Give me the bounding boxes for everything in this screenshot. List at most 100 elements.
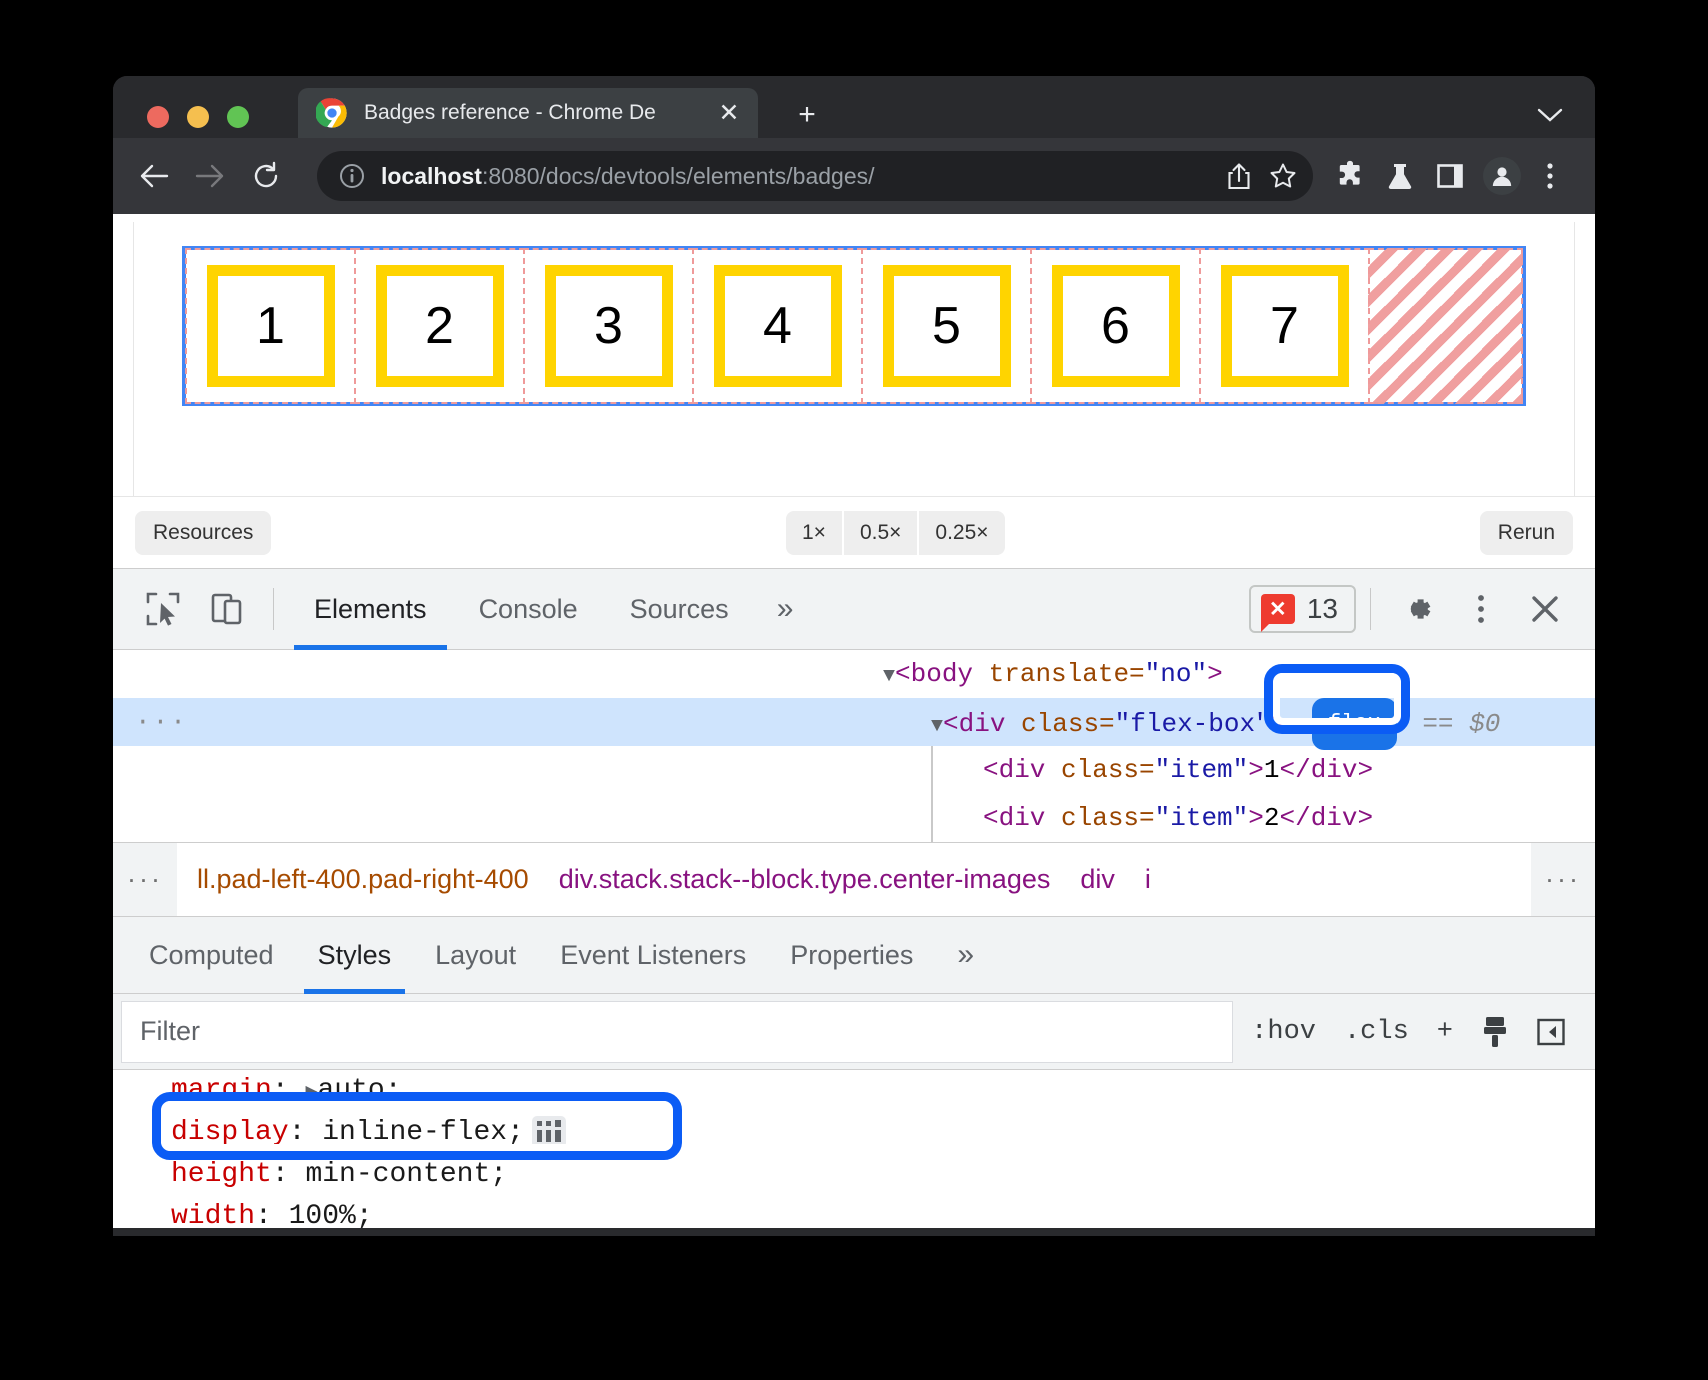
tab-console[interactable]: Console [453,568,604,650]
css-declaration-margin[interactable]: margin: ▶auto; [171,1070,1595,1112]
attr-value: "no" [1145,659,1207,689]
hov-button[interactable]: :hov [1239,1004,1328,1060]
dom-row-body[interactable]: ▼<body translate="no"> [113,650,1595,698]
tag-name: <div [943,709,1005,739]
css-value[interactable]: 100% [289,1201,356,1228]
minimize-window-button[interactable] [187,106,209,128]
browser-tab[interactable]: Badges reference - Chrome De ✕ [298,88,758,138]
more-panels-icon[interactable]: » [755,592,816,626]
styles-filter-bar: Filter :hov .cls + [113,994,1595,1070]
tag-end: </div> [1279,755,1373,785]
back-icon[interactable] [131,153,177,199]
css-value[interactable]: auto [317,1075,384,1106]
cls-button[interactable]: .cls [1332,1004,1421,1060]
css-value[interactable]: inline-flex [322,1117,507,1148]
zoom-05x-button[interactable]: 0.5× [844,511,917,555]
side-panel-icon[interactable] [1427,153,1473,199]
tab-sources[interactable]: Sources [604,568,755,650]
breadcrumb-item-1[interactable]: div.stack.stack--block.type.center-image… [559,864,1051,895]
paintbrush-icon[interactable] [1469,1004,1521,1060]
maximize-window-button[interactable] [227,106,249,128]
demo-controls-bar: Resources 1× 0.5× 0.25× Rerun [113,496,1595,568]
breadcrumb-item-2[interactable]: div [1080,864,1115,895]
share-icon[interactable] [1217,154,1261,198]
attr-value: "item" [1155,755,1249,785]
flex-item: 2 [354,248,525,404]
new-tab-button[interactable]: + [788,96,826,134]
kebab-menu-icon[interactable] [1457,585,1505,633]
css-property[interactable]: width [171,1201,255,1228]
window-controls [147,106,249,128]
computed-sidebar-icon[interactable] [1525,1004,1577,1060]
breadcrumb: ··· ll.pad-left-400.pad-right-400 div.st… [113,842,1595,916]
navigation-bar: localhost:8080/docs/devtools/elements/ba… [113,138,1595,214]
zoom-1x-button[interactable]: 1× [786,511,842,555]
node-text: 2 [1264,803,1280,833]
devtools-toolbar: Elements Console Sources » ✕ 13 [113,568,1595,650]
url-host: localhost [381,163,482,189]
url-text: localhost:8080/docs/devtools/elements/ba… [381,163,1217,190]
breadcrumb-right-overflow[interactable]: ··· [1531,864,1595,895]
breadcrumb-item-3[interactable]: i [1145,864,1151,895]
extensions-puzzle-icon[interactable] [1327,153,1373,199]
labs-flask-icon[interactable] [1377,153,1423,199]
zoom-025x-button[interactable]: 0.25× [919,511,1004,555]
expand-triangle-icon[interactable]: ▼ [931,715,943,738]
tab-event-listeners[interactable]: Event Listeners [538,916,768,994]
info-circle-icon[interactable] [339,163,365,189]
item-label: 2 [376,265,504,387]
reload-icon[interactable] [243,153,289,199]
attr-value: "item" [1155,803,1249,833]
more-styles-tabs-icon[interactable]: » [935,938,996,972]
browser-menu-icon[interactable] [1527,153,1573,199]
star-icon[interactable] [1261,154,1305,198]
breadcrumb-left-overflow[interactable]: ··· [113,864,177,895]
css-property[interactable]: display [171,1117,289,1148]
screenshot-root: Badges reference - Chrome De ✕ + [0,0,1708,1380]
close-window-button[interactable] [147,106,169,128]
close-icon[interactable]: ✕ [714,98,744,128]
item-label: 7 [1221,265,1349,387]
address-bar[interactable]: localhost:8080/docs/devtools/elements/ba… [317,151,1313,201]
devtools-panel: Elements Console Sources » ✕ 13 [113,568,1595,1228]
styles-pane-tabs: Computed Styles Layout Event Listeners P… [113,916,1595,994]
tag-close: > [1248,803,1264,833]
toolbar-divider [273,588,274,630]
css-declaration-width[interactable]: width: 100%; [171,1196,1595,1228]
expand-triangle-icon[interactable]: ▼ [883,665,895,688]
tab-computed[interactable]: Computed [127,916,296,994]
forward-icon[interactable] [187,153,233,199]
tab-styles[interactable]: Styles [296,916,414,994]
row-overflow-ellipsis[interactable]: ··· [135,698,188,746]
close-icon[interactable] [1521,585,1569,633]
new-style-rule-button[interactable]: + [1425,1004,1465,1060]
rerun-button[interactable]: Rerun [1480,511,1573,555]
tab-layout[interactable]: Layout [413,916,538,994]
tab-title: Badges reference - Chrome De [364,101,714,125]
inspect-cursor-icon[interactable] [139,585,187,633]
css-property[interactable]: height [171,1159,272,1190]
gear-icon[interactable] [1393,585,1441,633]
tab-elements[interactable]: Elements [288,568,453,650]
dom-row-flex-box[interactable]: ··· ▼<div class="flex-box"> flex == $0 [113,698,1595,746]
browser-window: Badges reference - Chrome De ✕ + [113,76,1595,1236]
css-property[interactable]: margin [171,1075,272,1106]
item-label: 4 [714,265,842,387]
flex-badge[interactable]: flex [1312,698,1397,750]
breadcrumb-item-0[interactable]: ll.pad-left-400.pad-right-400 [197,864,529,895]
css-declaration-display[interactable]: display: inline-flex; [171,1112,1595,1154]
expand-arrow-icon[interactable]: ▶ [305,1081,317,1104]
css-declaration-height[interactable]: height: min-content; [171,1154,1595,1196]
dom-row-item-1[interactable]: <div class="item">1</div> [113,746,1595,794]
tag-name: <body [895,659,973,689]
tab-properties[interactable]: Properties [768,916,935,994]
dom-row-item-2[interactable]: <div class="item">2</div> [113,794,1595,842]
device-toolbar-icon[interactable] [203,585,251,633]
resources-button[interactable]: Resources [135,511,271,555]
profile-avatar-icon[interactable] [1483,157,1521,195]
css-value[interactable]: min-content [305,1159,490,1190]
filter-input[interactable]: Filter [121,1001,1233,1063]
error-count-badge[interactable]: ✕ 13 [1249,585,1356,633]
flex-editor-icon[interactable] [532,1116,566,1148]
chevron-down-icon[interactable] [1533,98,1567,132]
